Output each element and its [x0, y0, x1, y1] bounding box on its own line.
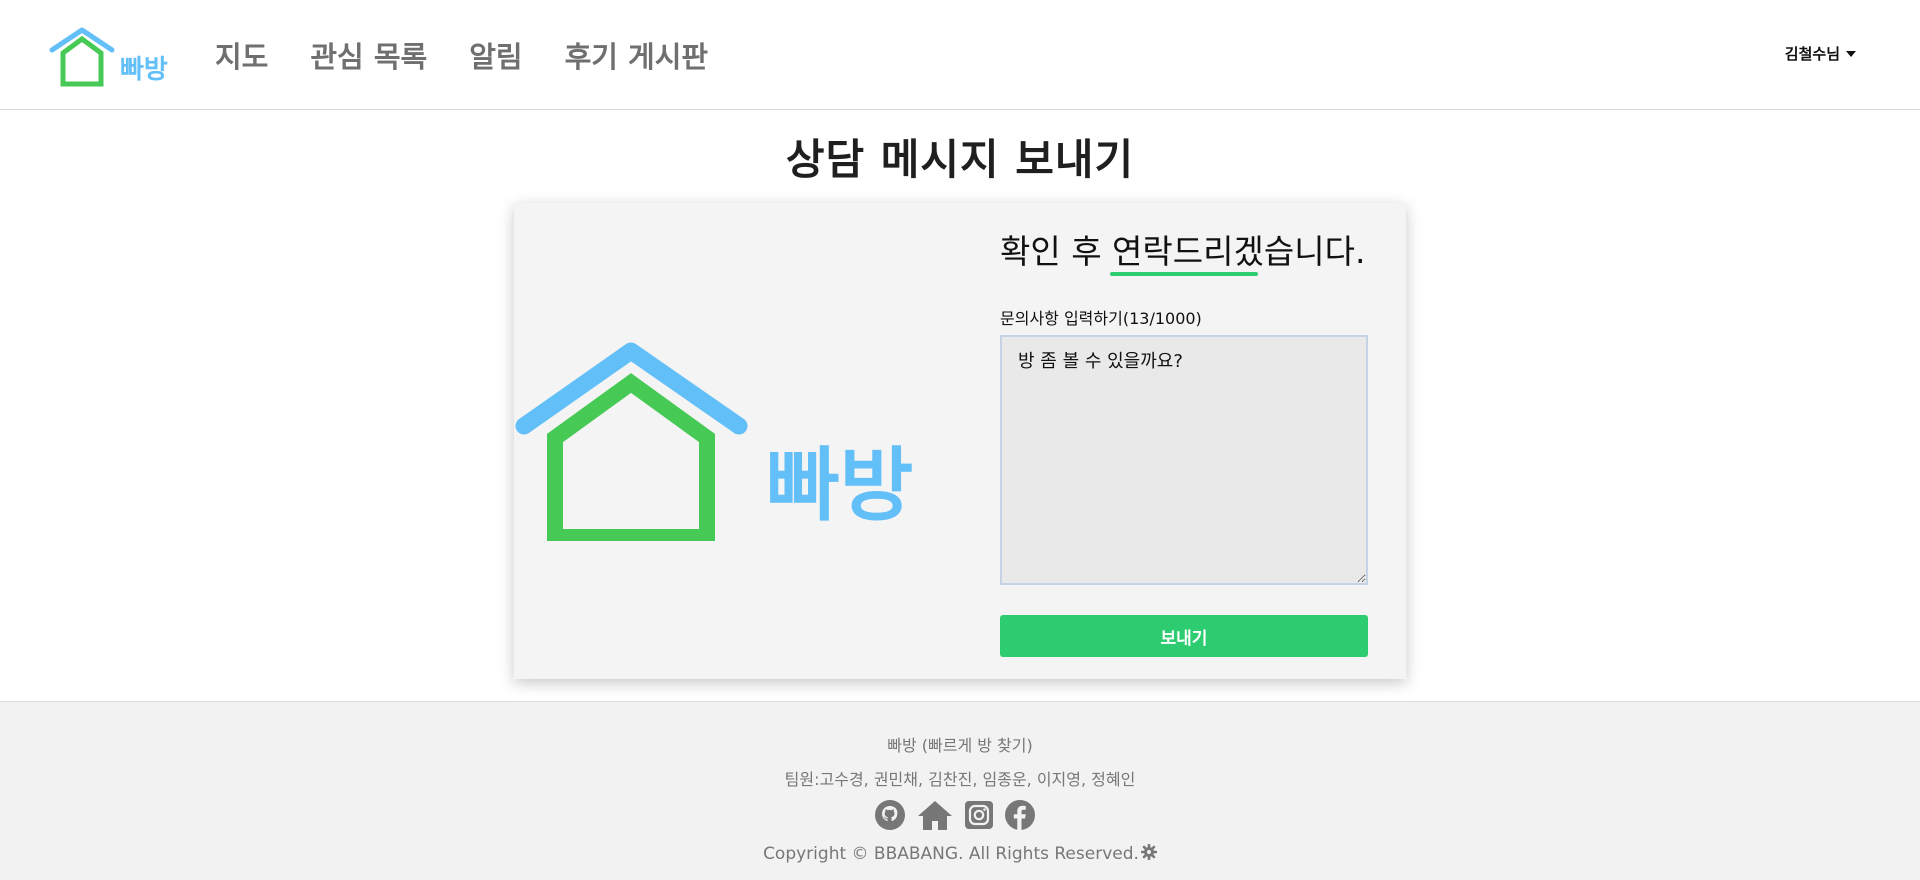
nav-map[interactable]: 지도	[215, 34, 268, 76]
form-heading: 확인 후 연락드리겠습니다.	[1000, 225, 1368, 276]
caret-down-icon	[1846, 50, 1856, 57]
footer-team: 팀원:고수경, 권민채, 김찬진, 임종운, 이지영, 정혜인	[784, 770, 1136, 789]
consult-card: 빠방 확인 후 연락드리겠습니다. 문의사항 입력하기(13/1000) 방 좀…	[514, 203, 1406, 679]
main-nav: 지도 관심 목록 알림 후기 게시판	[215, 34, 708, 76]
svg-text:빠방: 빠방	[120, 55, 168, 85]
footer-social-icons	[874, 799, 1036, 835]
footer: 빠방 (빠르게 방 찾기) 팀원:고수경, 권민채, 김찬진, 임종운, 이지영…	[0, 701, 1920, 880]
user-name: 김철수님	[1784, 45, 1840, 63]
card-logo: 빠방	[515, 342, 913, 541]
top-header: 빠방 지도 관심 목록 알림 후기 게시판 김철수님	[0, 0, 1920, 110]
home-icon[interactable]	[916, 799, 954, 835]
nav-reviews[interactable]: 후기 게시판	[565, 34, 709, 76]
logo[interactable]: 빠방	[48, 26, 178, 88]
instagram-icon[interactable]	[964, 800, 994, 834]
page-title: 상담 메시지 보내기	[785, 135, 1135, 184]
form-heading-text: 확인 후 연락드리겠습니다.	[1000, 232, 1366, 271]
copyright-text: Copyright © BBABANG. All Rights Reserved…	[763, 844, 1139, 864]
footer-copyright: Copyright © BBABANG. All Rights Reserved…	[0, 843, 1920, 865]
user-menu[interactable]: 김철수님	[1785, 43, 1856, 64]
github-icon[interactable]	[874, 799, 906, 835]
nav-notifications[interactable]: 알림	[469, 34, 522, 76]
send-button[interactable]: 보내기	[1000, 615, 1368, 657]
svg-text:빠방: 빠방	[766, 439, 913, 532]
message-form: 확인 후 연락드리겠습니다. 문의사항 입력하기(13/1000) 방 좀 볼 …	[1000, 225, 1368, 657]
message-label: 문의사항 입력하기(13/1000)	[1000, 309, 1202, 328]
footer-brand: 빠방 (빠르게 방 찾기)	[887, 736, 1033, 755]
gear-icon[interactable]	[1140, 843, 1158, 865]
heading-underline	[1110, 272, 1258, 276]
message-textarea[interactable]: 방 좀 볼 수 있을까요?	[1000, 335, 1368, 585]
facebook-icon[interactable]	[1004, 799, 1036, 835]
nav-favorites[interactable]: 관심 목록	[310, 34, 427, 76]
